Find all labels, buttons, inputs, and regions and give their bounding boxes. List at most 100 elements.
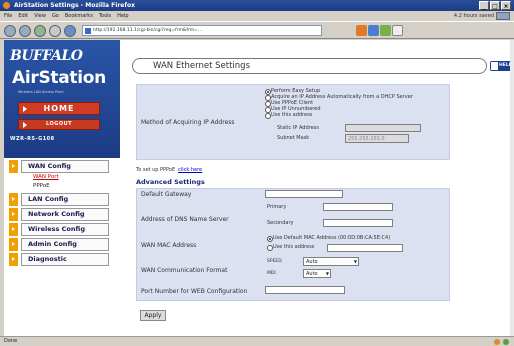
window-title: AirStation Settings - Mozilla Firefox xyxy=(14,2,135,9)
product-tagline: Wireless LAN Access Point xyxy=(18,90,64,94)
minimize-button[interactable]: _ xyxy=(479,1,489,10)
address-url: http://192.168.11.1/cgi-bin/cgi?req=frm&… xyxy=(93,28,203,33)
extension-icon[interactable] xyxy=(496,12,510,20)
subnet-mask-label: Subnet Mask xyxy=(277,135,310,141)
menu-view[interactable]: View xyxy=(34,11,46,21)
dns-primary-input[interactable] xyxy=(323,203,393,211)
apply-button[interactable]: Apply xyxy=(140,310,166,321)
menu-help[interactable]: Help xyxy=(117,11,128,21)
speed-label: SPEED xyxy=(267,259,282,264)
arrow-icon xyxy=(23,122,27,128)
dns-server-label: Address of DNS Name Server xyxy=(141,216,229,223)
navigation-toolbar: http://192.168.11.1/cgi-bin/cgi?req=frm&… xyxy=(0,21,514,39)
main-content: WAN Ethernet Settings HELP Method of Acq… xyxy=(132,58,514,321)
radio-use-this-address[interactable]: Use this address xyxy=(265,112,451,119)
reload-icon[interactable] xyxy=(34,25,46,37)
dns-primary-label: Primary xyxy=(267,204,287,210)
logout-label: LOGOUT xyxy=(45,121,73,127)
radio-default-mac[interactable]: Use Default MAC Address (00:0D:0B:CA:5E:… xyxy=(267,235,451,242)
back-icon[interactable] xyxy=(4,25,16,37)
sidebar-item-label: WAN Config xyxy=(21,160,109,173)
menu-tools[interactable]: Tools xyxy=(99,11,111,21)
pppoe-click-here-link[interactable]: click here xyxy=(178,167,202,173)
status-icon xyxy=(494,339,500,345)
home-label: HOME xyxy=(43,104,75,113)
static-ip-label: Static IP Address xyxy=(277,125,319,131)
favicon-icon xyxy=(85,28,91,34)
menu-go[interactable]: Go xyxy=(52,11,59,21)
arrow-icon xyxy=(23,106,27,112)
advanced-settings-heading: Advanced Settings xyxy=(136,178,205,186)
mdi-select[interactable]: Auto xyxy=(303,269,331,278)
custom-mac-input[interactable] xyxy=(327,244,403,252)
home-button[interactable]: HOME xyxy=(18,102,100,115)
pppoe-setup-text: To set up PPPoE xyxy=(136,167,176,173)
sidebar-item-wan-config[interactable]: WAN Config xyxy=(9,160,120,173)
static-ip-field[interactable] xyxy=(345,124,421,132)
logout-button[interactable]: LOGOUT xyxy=(18,119,100,130)
chevron-right-icon xyxy=(9,160,18,173)
connection-icon xyxy=(503,339,509,345)
stop-icon[interactable] xyxy=(49,25,61,37)
sidebar-item-wireless-config[interactable]: Wireless Config xyxy=(9,223,120,236)
default-gateway-label: Default Gateway xyxy=(141,191,192,198)
model-name: WZR-RS-G108 xyxy=(10,136,55,142)
dns-secondary-label: Secondary xyxy=(267,220,294,226)
menu-bookmarks[interactable]: Bookmarks xyxy=(65,11,93,21)
sidebar-item-label: Network Config xyxy=(21,208,109,221)
ip-method-label: Method of Acquiring IP Address xyxy=(141,119,235,126)
web-page: BUFFALO AirStation Wireless LAN Access P… xyxy=(4,40,514,336)
close-button[interactable]: × xyxy=(501,1,511,10)
forward-icon[interactable] xyxy=(19,25,31,37)
chevron-right-icon xyxy=(9,223,18,236)
pppoe-setup-line: To set up PPPoE click here xyxy=(136,167,202,173)
page-scrollbar[interactable] xyxy=(510,40,514,336)
page-title: WAN Ethernet Settings xyxy=(153,61,250,71)
go-icon[interactable] xyxy=(356,25,367,36)
page-icon[interactable] xyxy=(392,25,403,36)
addon-icon[interactable] xyxy=(380,25,391,36)
search-icon[interactable] xyxy=(368,25,379,36)
window-titlebar: AirStation Settings - Mozilla Firefox _ … xyxy=(0,0,514,11)
page-header: WAN Ethernet Settings xyxy=(132,58,487,74)
home-icon[interactable] xyxy=(64,25,76,37)
sidebar-item-lan-config[interactable]: LAN Config xyxy=(9,193,120,206)
help-icon xyxy=(491,62,498,70)
menu-file[interactable]: File xyxy=(4,11,12,21)
chevron-right-icon xyxy=(9,208,18,221)
chevron-right-icon xyxy=(9,238,18,251)
brand-panel: BUFFALO AirStation Wireless LAN Access P… xyxy=(4,40,120,158)
ip-method-section: Method of Acquiring IP Address Perform E… xyxy=(136,84,450,160)
sidebar-item-diagnostic[interactable]: Diagnostic xyxy=(9,253,120,266)
chevron-right-icon xyxy=(9,253,18,266)
menu-edit[interactable]: Edit xyxy=(18,11,28,21)
sidebar: BUFFALO AirStation Wireless LAN Access P… xyxy=(4,40,120,336)
product-name: AirStation xyxy=(12,68,106,88)
comm-format-label: WAN Communication Format xyxy=(141,267,228,274)
buffalo-logo: BUFFALO xyxy=(10,48,83,64)
sidebar-item-label: Wireless Config xyxy=(21,223,109,236)
sidebar-subitem-wan-port[interactable]: WAN Port xyxy=(9,173,120,182)
sidebar-subitem-pppoe[interactable]: PPPoE xyxy=(9,182,120,191)
mac-address-label: WAN MAC Address xyxy=(141,242,197,249)
subnet-mask-select[interactable]: 255.255.255.0 xyxy=(345,134,409,143)
web-port-label: Port Number for WEB Configuration xyxy=(141,288,248,295)
chevron-right-icon xyxy=(9,193,18,206)
status-text: Done xyxy=(4,338,18,344)
sidebar-item-admin-config[interactable]: Admin Config xyxy=(9,238,120,251)
speed-select[interactable]: Auto xyxy=(303,257,359,266)
firefox-icon xyxy=(3,2,10,9)
sidebar-item-label: Admin Config xyxy=(21,238,109,251)
web-port-input[interactable] xyxy=(265,286,345,294)
maximize-button[interactable]: □ xyxy=(490,1,500,10)
sidebar-item-network-config[interactable]: Network Config xyxy=(9,208,120,221)
sidebar-item-label: LAN Config xyxy=(21,193,109,206)
sidebar-item-label: Diagnostic xyxy=(21,253,109,266)
menu-status-text: 4.2 hours saved xyxy=(453,13,494,19)
address-bar[interactable]: http://192.168.11.1/cgi-bin/cgi?req=frm&… xyxy=(82,25,322,36)
status-bar: Done xyxy=(0,336,514,346)
default-gateway-input[interactable] xyxy=(265,190,343,198)
dns-secondary-input[interactable] xyxy=(323,219,393,227)
advanced-settings-section: Default Gateway Address of DNS Name Serv… xyxy=(136,188,450,301)
menu-bar: File Edit View Go Bookmarks Tools Help 4… xyxy=(0,11,514,21)
